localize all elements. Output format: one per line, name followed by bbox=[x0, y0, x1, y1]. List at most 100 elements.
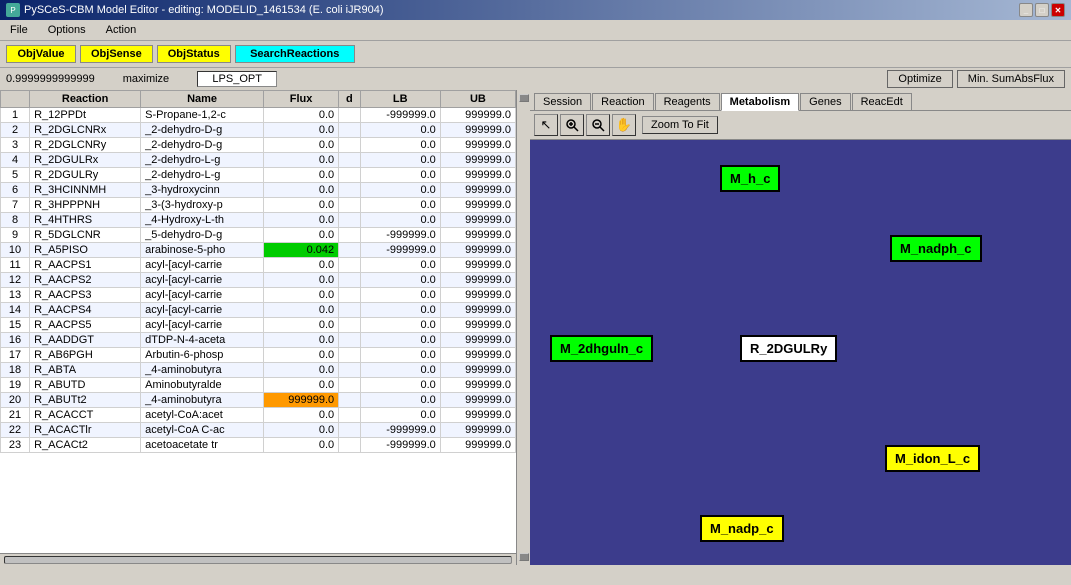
table-row[interactable]: 7 R_3HPPPNH _3-(3-hydroxy-p 0.0 0.0 9999… bbox=[1, 198, 516, 213]
row-reaction[interactable]: R_A5PISO bbox=[30, 243, 141, 258]
pan-tool-button[interactable]: ✋ bbox=[612, 114, 636, 136]
table-row[interactable]: 2 R_2DGLCNRx _2-dehydro-D-g 0.0 0.0 9999… bbox=[1, 123, 516, 138]
row-reaction[interactable]: R_12PPDt bbox=[30, 108, 141, 123]
row-reaction[interactable]: R_3HCINNMH bbox=[30, 183, 141, 198]
metabolite-box[interactable]: M_h_c bbox=[720, 165, 780, 192]
row-d bbox=[339, 333, 361, 348]
row-lb: 0.0 bbox=[360, 183, 440, 198]
table-row[interactable]: 15 R_AACPS5 acyl-[acyl-carrie 0.0 0.0 99… bbox=[1, 318, 516, 333]
table-row[interactable]: 13 R_AACPS3 acyl-[acyl-carrie 0.0 0.0 99… bbox=[1, 288, 516, 303]
col-name[interactable]: Name bbox=[141, 91, 264, 108]
maximize-button[interactable]: □ bbox=[1035, 3, 1049, 17]
table-row[interactable]: 21 R_ACACCT acetyl-CoA:acet 0.0 0.0 9999… bbox=[1, 408, 516, 423]
table-row[interactable]: 3 R_2DGLCNRy _2-dehydro-D-g 0.0 0.0 9999… bbox=[1, 138, 516, 153]
obj-values-row: 0.9999999999999 maximize LPS_OPT Optimiz… bbox=[0, 68, 1071, 90]
search-reactions-button[interactable]: SearchReactions bbox=[235, 45, 355, 63]
col-flux[interactable]: Flux bbox=[263, 91, 338, 108]
table-row[interactable]: 16 R_AADDGT dTDP-N-4-aceta 0.0 0.0 99999… bbox=[1, 333, 516, 348]
table-row[interactable]: 11 R_AACPS1 acyl-[acyl-carrie 0.0 0.0 99… bbox=[1, 258, 516, 273]
row-reaction[interactable]: R_AACPS4 bbox=[30, 303, 141, 318]
tab-metabolism[interactable]: Metabolism bbox=[721, 93, 800, 111]
obj-value-button[interactable]: ObjValue bbox=[6, 45, 76, 63]
obj-status-button[interactable]: ObjStatus bbox=[157, 45, 231, 63]
row-reaction[interactable]: R_3HPPPNH bbox=[30, 198, 141, 213]
row-reaction[interactable]: R_AADDGT bbox=[30, 333, 141, 348]
row-reaction[interactable]: R_AACPS5 bbox=[30, 318, 141, 333]
table-row[interactable]: 4 R_2DGULRx _2-dehydro-L-g 0.0 0.0 99999… bbox=[1, 153, 516, 168]
row-num: 16 bbox=[1, 333, 30, 348]
col-lb[interactable]: LB bbox=[360, 91, 440, 108]
map-canvas[interactable]: M_h_c M_nadph_c M_2dhguln_c R_2DGULRy M_idon… bbox=[530, 140, 1071, 565]
row-reaction[interactable]: R_2DGULRx bbox=[30, 153, 141, 168]
table-row[interactable]: 1 R_12PPDt S-Propane-1,2-c 0.0 -999999.0… bbox=[1, 108, 516, 123]
row-reaction[interactable]: R_AACPS3 bbox=[30, 288, 141, 303]
row-reaction[interactable]: R_2DGLCNRy bbox=[30, 138, 141, 153]
row-reaction[interactable]: R_AACPS2 bbox=[30, 273, 141, 288]
zoom-to-fit-button[interactable]: Zoom To Fit bbox=[642, 116, 718, 134]
row-name: acetyl-CoA:acet bbox=[141, 408, 264, 423]
zoom-in-button[interactable] bbox=[560, 114, 584, 136]
metabolite-box[interactable]: R_2DGULRy bbox=[740, 335, 837, 362]
table-row[interactable]: 22 R_ACACTlr acetyl-CoA C-ac 0.0 -999999… bbox=[1, 423, 516, 438]
row-reaction[interactable]: R_AACPS1 bbox=[30, 258, 141, 273]
table-row[interactable]: 19 R_ABUTD Aminobutyralde 0.0 0.0 999999… bbox=[1, 378, 516, 393]
row-ub: 999999.0 bbox=[440, 438, 515, 453]
menu-action[interactable]: Action bbox=[100, 22, 143, 38]
col-reaction[interactable]: Reaction bbox=[30, 91, 141, 108]
row-reaction[interactable]: R_2DGLCNRx bbox=[30, 123, 141, 138]
table-row[interactable]: 9 R_5DGLCNR _5-dehydro-D-g 0.0 -999999.0… bbox=[1, 228, 516, 243]
metabolite-box[interactable]: M_nadph_c bbox=[890, 235, 982, 262]
close-button[interactable]: ✕ bbox=[1051, 3, 1065, 17]
row-ub: 999999.0 bbox=[440, 243, 515, 258]
tab-reagents[interactable]: Reagents bbox=[655, 93, 720, 110]
tab-genes[interactable]: Genes bbox=[800, 93, 850, 110]
row-reaction[interactable]: R_5DGLCNR bbox=[30, 228, 141, 243]
cursor-tool-button[interactable]: ↖ bbox=[534, 114, 558, 136]
table-row[interactable]: 20 R_ABUTt2 _4-aminobutyra 999999.0 0.0 … bbox=[1, 393, 516, 408]
table-row[interactable]: 14 R_AACPS4 acyl-[acyl-carrie 0.0 0.0 99… bbox=[1, 303, 516, 318]
horizontal-scrollbar[interactable] bbox=[4, 556, 512, 564]
row-reaction[interactable]: R_ABUTt2 bbox=[30, 393, 141, 408]
table-row[interactable]: 23 R_ACACt2 acetoacetate tr 0.0 -999999.… bbox=[1, 438, 516, 453]
metabolite-box[interactable]: M_idon_L_c bbox=[885, 445, 980, 472]
table-row[interactable]: 5 R_2DGULRy _2-dehydro-L-g 0.0 0.0 99999… bbox=[1, 168, 516, 183]
table-row[interactable]: 6 R_3HCINNMH _3-hydroxycinn 0.0 0.0 9999… bbox=[1, 183, 516, 198]
metabolite-box[interactable]: M_2dhguln_c bbox=[550, 335, 653, 362]
row-flux: 0.0 bbox=[263, 333, 338, 348]
minimize-button[interactable]: _ bbox=[1019, 3, 1033, 17]
row-reaction[interactable]: R_ACACTlr bbox=[30, 423, 141, 438]
obj-sense-button[interactable]: ObjSense bbox=[80, 45, 153, 63]
min-sum-abs-flux-button[interactable]: Min. SumAbsFlux bbox=[957, 70, 1065, 88]
tab-reaction[interactable]: Reaction bbox=[592, 93, 653, 110]
menu-file[interactable]: File bbox=[4, 22, 34, 38]
row-reaction[interactable]: R_AB6PGH bbox=[30, 348, 141, 363]
zoom-out-button[interactable] bbox=[586, 114, 610, 136]
row-ub: 999999.0 bbox=[440, 273, 515, 288]
horizontal-scrollbar-area[interactable] bbox=[0, 553, 516, 565]
table-row[interactable]: 8 R_4HTHRS _4-Hydroxy-L-th 0.0 0.0 99999… bbox=[1, 213, 516, 228]
menu-options[interactable]: Options bbox=[42, 22, 92, 38]
tab-session[interactable]: Session bbox=[534, 93, 591, 110]
row-reaction[interactable]: R_4HTHRS bbox=[30, 213, 141, 228]
row-reaction[interactable]: R_ABUTD bbox=[30, 378, 141, 393]
vertical-scrollbar[interactable] bbox=[516, 90, 530, 565]
tab-reacedt[interactable]: ReacEdt bbox=[852, 93, 912, 110]
obj-status-display: LPS_OPT bbox=[197, 71, 277, 87]
row-flux: 0.0 bbox=[263, 198, 338, 213]
row-reaction[interactable]: R_2DGULRy bbox=[30, 168, 141, 183]
window-controls[interactable]: _ □ ✕ bbox=[1019, 3, 1065, 17]
col-d[interactable]: d bbox=[339, 91, 361, 108]
row-d bbox=[339, 288, 361, 303]
row-reaction[interactable]: R_ACACt2 bbox=[30, 438, 141, 453]
col-ub[interactable]: UB bbox=[440, 91, 515, 108]
table-container[interactable]: Reaction Name Flux d LB UB 1 R_12PPDt S-… bbox=[0, 90, 516, 553]
table-row[interactable]: 18 R_ABTA _4-aminobutyra 0.0 0.0 999999.… bbox=[1, 363, 516, 378]
table-row[interactable]: 17 R_AB6PGH Arbutin-6-phosp 0.0 0.0 9999… bbox=[1, 348, 516, 363]
table-row[interactable]: 12 R_AACPS2 acyl-[acyl-carrie 0.0 0.0 99… bbox=[1, 273, 516, 288]
row-d bbox=[339, 183, 361, 198]
row-reaction[interactable]: R_ACACCT bbox=[30, 408, 141, 423]
optimize-button[interactable]: Optimize bbox=[887, 70, 952, 88]
metabolite-box[interactable]: M_nadp_c bbox=[700, 515, 784, 542]
table-row[interactable]: 10 R_A5PISO arabinose-5-pho 0.042 -99999… bbox=[1, 243, 516, 258]
row-reaction[interactable]: R_ABTA bbox=[30, 363, 141, 378]
